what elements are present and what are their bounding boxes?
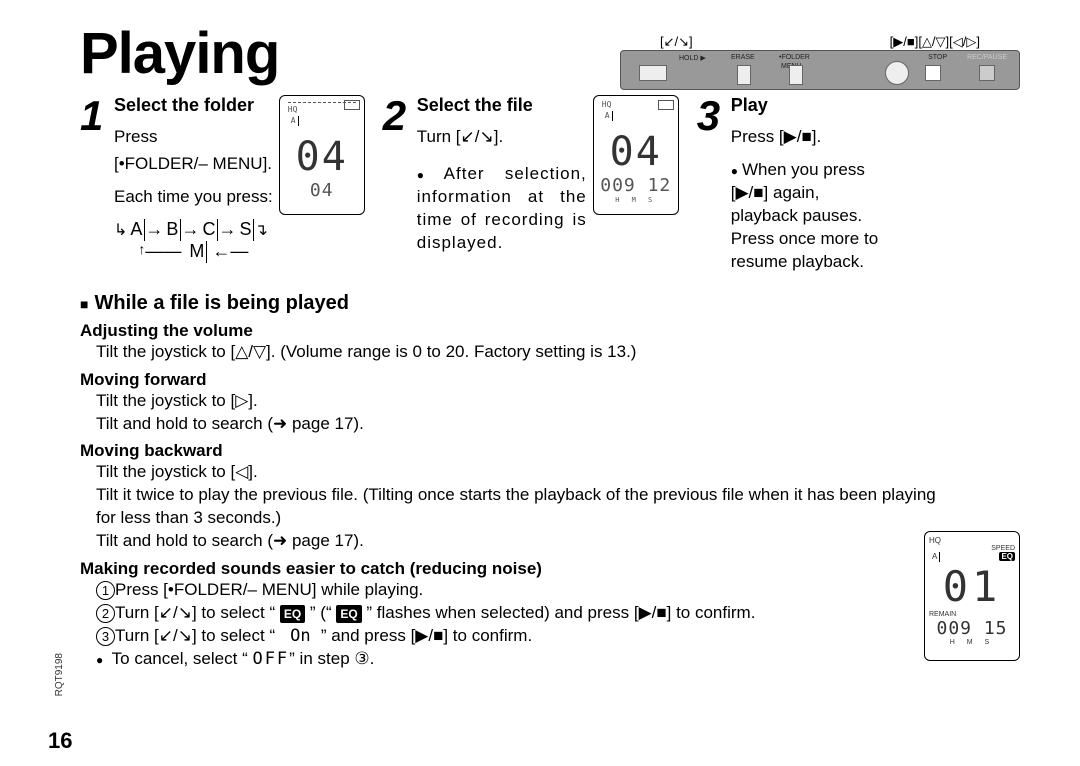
folder-a: A — [127, 219, 145, 241]
lcd-step1: HQ A 04 04 — [279, 95, 365, 215]
device-erase-button-icon — [737, 65, 751, 85]
lcd2-time: 009 12 — [598, 175, 674, 196]
noise-s2b: ” (“ — [305, 603, 336, 622]
device-jog-dial-icon — [639, 65, 667, 81]
lcd3-big: 01 — [929, 562, 1015, 611]
lcd3-hms: H M S — [929, 639, 1015, 646]
step-1-line1: Press — [114, 126, 273, 149]
while-playing-heading: While a file is being played — [80, 292, 1020, 315]
folder-m: M — [186, 241, 207, 263]
moving-backward-l1: Tilt the joystick to [◁]. — [80, 461, 1020, 484]
step-2-number: 2 — [383, 95, 411, 255]
circled-3-icon: 3 — [96, 627, 115, 646]
sub-adjust-volume-text: Tilt the joystick to [△/▽]. (Volume rang… — [80, 341, 1020, 364]
folder-s: S — [236, 219, 254, 241]
noise-s2c: ” flashes when selected) and press [▶/■]… — [362, 603, 756, 622]
step-3-number: 3 — [697, 95, 725, 274]
lcd3-eq-icon: EQ — [999, 552, 1015, 561]
eq-icon: EQ — [336, 605, 361, 623]
document-code: RQT9198 — [54, 653, 65, 696]
noise-step3: 3Turn [↙/↘] to select “ On ” and press [… — [80, 625, 1020, 648]
lcd-step2: HQ A 04 009 12 H M S — [593, 95, 679, 215]
moving-backward-l3: Tilt and hold to search (➜ page 17). — [80, 530, 1020, 553]
lcd3-folder: A — [929, 552, 940, 562]
circled-1-icon: 1 — [96, 581, 115, 600]
device-label-stop: STOP — [928, 54, 947, 61]
sub-moving-forward: Moving forward — [80, 370, 1020, 390]
step-2-title: Select the file — [417, 95, 587, 116]
noise-cancel: To cancel, select “ OFF” in step ③. — [80, 648, 1020, 671]
callout-joystick: [↙/↘] — [660, 34, 693, 50]
moving-backward-l2: Tilt it twice to play the previous file.… — [80, 484, 936, 530]
lcd-on-text: On — [280, 626, 321, 646]
folder-c: C — [199, 219, 218, 241]
sub-noise-reduce: Making recorded sounds easier to catch (… — [80, 559, 1020, 579]
step-3-bullet: When you press [▶/■] again, playback pau… — [731, 159, 891, 274]
lcd2-hms: H M S — [598, 196, 674, 204]
moving-forward-l1: Tilt the joystick to [▷]. — [80, 390, 1020, 413]
noise-s3b: ” and press [▶/■] to confirm. — [321, 626, 532, 645]
step-1-line2: [•FOLDER/– MENU]. — [114, 153, 273, 176]
battery-icon — [1001, 536, 1015, 544]
while-playing-section: While a file is being played Adjusting t… — [80, 292, 1020, 671]
step-3-line1: Press [▶/■]. — [731, 126, 891, 149]
lcd3-hq: HQ — [929, 536, 941, 545]
step-3-title: Play — [731, 95, 891, 116]
device-rec-button-icon — [979, 65, 995, 81]
noise-step1-text: Press [•FOLDER/– MENU] while playing. — [115, 580, 423, 599]
lcd2-big: 04 — [598, 129, 674, 175]
device-label-folder: •FOLDER — [779, 54, 810, 61]
lcd-eq-display: HQ SPEED A EQ 01 REMAIN 009 15 H M S — [924, 531, 1020, 661]
step-1-line3: Each time you press: — [114, 186, 273, 209]
device-folder-button-icon — [789, 65, 803, 85]
noise-s3a: Turn [↙/↘] to select “ — [115, 626, 280, 645]
lcd1-big: 04 — [284, 134, 360, 180]
lcd3-time: 009 15 — [929, 618, 1015, 639]
cancel-b: ” in step ③. — [289, 649, 374, 668]
page-number: 16 — [48, 728, 72, 754]
circled-2-icon: 2 — [96, 604, 115, 623]
lcd1-small: 04 — [284, 180, 360, 201]
noise-s2a: Turn [↙/↘] to select “ — [115, 603, 280, 622]
step-2-line1: Turn [↙/↘]. — [417, 126, 587, 149]
battery-icon — [344, 100, 360, 110]
folder-sequence: ↳A→B→C→S↴ ↑—— M ←— — [114, 219, 273, 263]
lcd3-remain: REMAIN — [929, 611, 1015, 618]
device-top-illustration: [↙/↘] [▶/■][△/▽][◁/▷] HOLD ▶ ERASE •FOLD… — [620, 50, 1020, 90]
battery-icon — [658, 100, 674, 110]
moving-forward-l2: Tilt and hold to search (➜ page 17). — [80, 413, 1020, 436]
sub-adjust-volume: Adjusting the volume — [80, 321, 1020, 341]
eq-icon: EQ — [280, 605, 305, 623]
noise-step1: 1Press [•FOLDER/– MENU] while playing. — [80, 579, 1020, 602]
step-2-bullet: After selection, information at the time… — [417, 163, 587, 255]
lcd-off-text: OFF — [252, 649, 289, 669]
folder-b: B — [163, 219, 181, 241]
cancel-a: To cancel, select “ — [112, 649, 253, 668]
lcd3-speed: SPEED — [929, 545, 1015, 552]
device-label-hold: HOLD ▶ — [679, 54, 706, 62]
callout-playstop: [▶/■][△/▽][◁/▷] — [890, 34, 980, 50]
device-label-recpause: REC/PAUSE — [967, 54, 1007, 61]
device-stop-button-icon — [925, 65, 941, 81]
device-joystick-icon — [885, 61, 909, 85]
step-1-title: Select the folder — [114, 95, 273, 116]
lcd1-folder: A — [288, 116, 299, 126]
lcd2-folder: A — [602, 111, 613, 121]
device-label-erase: ERASE — [731, 54, 755, 61]
noise-step2: 2Turn [↙/↘] to select “ EQ ” (“ EQ ” fla… — [80, 602, 1020, 625]
sub-moving-backward: Moving backward — [80, 441, 1020, 461]
step-1-number: 1 — [80, 95, 108, 263]
